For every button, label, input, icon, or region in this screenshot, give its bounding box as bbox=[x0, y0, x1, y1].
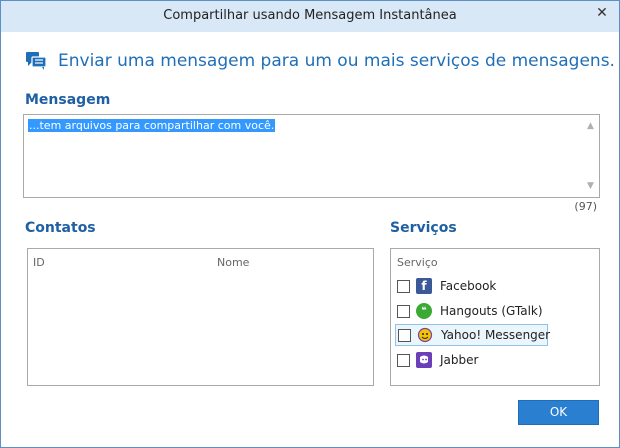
yahoo-messenger-icon bbox=[417, 327, 433, 343]
jabber-icon bbox=[416, 352, 432, 368]
services-list[interactable]: Serviço f Facebook ❝ Hangouts (GTalk) Ya… bbox=[390, 248, 600, 386]
hangouts-icon: ❝ bbox=[416, 303, 432, 319]
share-dialog: Compartilhar usando Mensagem Instantânea… bbox=[0, 0, 620, 448]
contacts-column-name[interactable]: Nome bbox=[217, 256, 249, 269]
service-item-yahoo[interactable]: Yahoo! Messenger bbox=[395, 324, 551, 346]
facebook-icon: f bbox=[416, 278, 432, 294]
scroll-up-icon[interactable]: ▲ bbox=[582, 118, 599, 134]
message-scrollbar[interactable]: ▲ ▼ bbox=[582, 115, 599, 197]
title-bar: Compartilhar usando Mensagem Instantânea… bbox=[1, 1, 619, 32]
scroll-down-icon[interactable]: ▼ bbox=[582, 178, 599, 194]
message-textarea[interactable]: ...tem arquivos para compartilhar com vo… bbox=[23, 114, 600, 198]
message-label: Mensagem bbox=[25, 92, 111, 108]
service-item-jabber[interactable]: Jabber bbox=[397, 349, 547, 371]
dialog-headline: Enviar uma mensagem para um ou mais serv… bbox=[25, 49, 615, 73]
yahoo-checkbox[interactable] bbox=[398, 328, 411, 342]
hangouts-checkbox[interactable] bbox=[397, 304, 410, 318]
window-title: Compartilhar usando Mensagem Instantânea bbox=[163, 8, 457, 23]
service-label: Facebook bbox=[440, 279, 497, 293]
message-text[interactable]: ...tem arquivos para compartilhar com vo… bbox=[28, 119, 276, 132]
service-label: Hangouts (GTalk) bbox=[440, 304, 543, 318]
services-label: Serviços bbox=[390, 220, 457, 236]
ok-button[interactable]: OK bbox=[518, 400, 599, 425]
contacts-label: Contatos bbox=[25, 220, 96, 236]
contacts-column-id[interactable]: ID bbox=[33, 256, 45, 269]
services-column-header[interactable]: Serviço bbox=[397, 256, 438, 269]
facebook-checkbox[interactable] bbox=[397, 279, 410, 293]
jabber-checkbox[interactable] bbox=[397, 353, 410, 367]
contacts-list[interactable]: ID Nome bbox=[27, 248, 374, 386]
chat-bubbles-icon bbox=[26, 52, 47, 70]
service-item-facebook[interactable]: f Facebook bbox=[397, 275, 547, 297]
service-label: Yahoo! Messenger bbox=[441, 328, 551, 342]
headline-text: Enviar uma mensagem para um ou mais serv… bbox=[58, 51, 615, 71]
service-label: Jabber bbox=[440, 353, 479, 367]
service-item-hangouts[interactable]: ❝ Hangouts (GTalk) bbox=[397, 300, 547, 322]
close-button[interactable]: ✕ bbox=[589, 3, 615, 25]
char-count: (97) bbox=[574, 200, 597, 213]
